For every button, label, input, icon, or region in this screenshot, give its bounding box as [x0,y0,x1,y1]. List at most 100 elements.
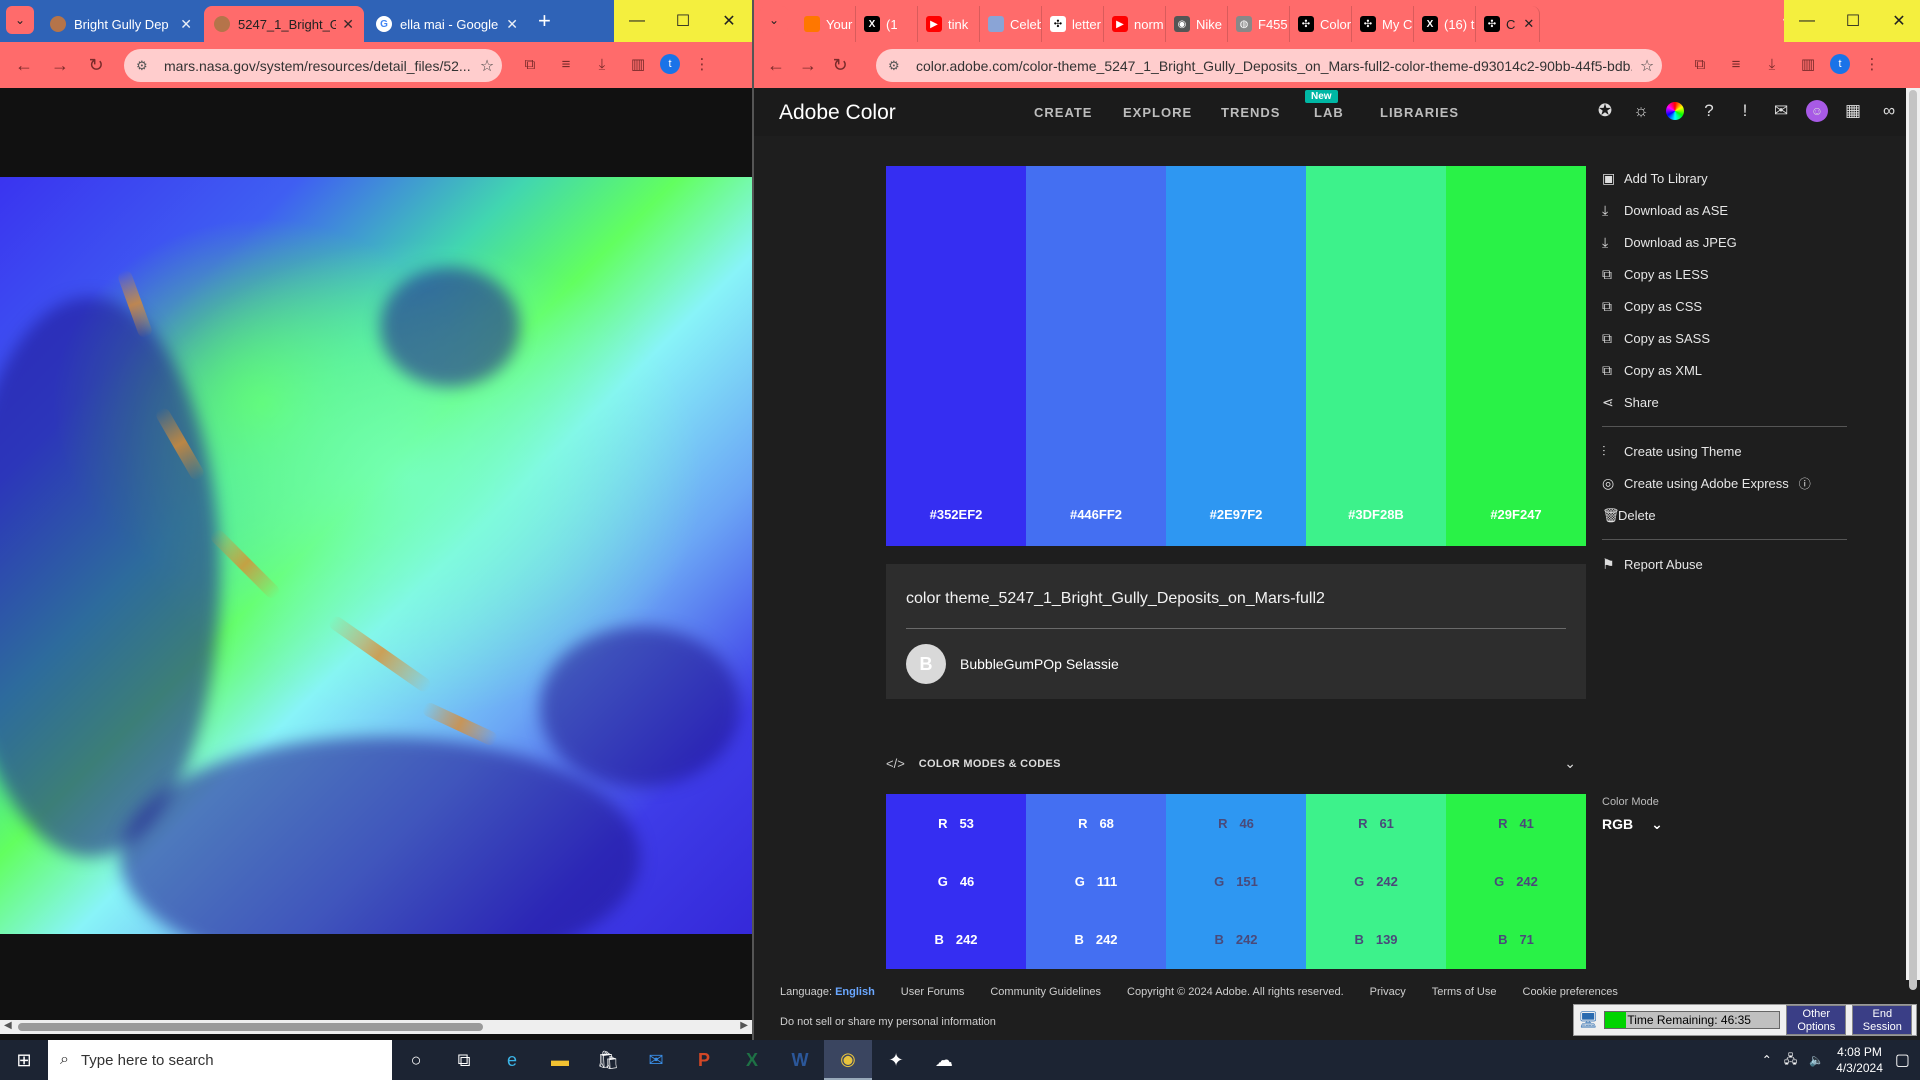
mail-icon[interactable]: ✉ [632,1040,680,1080]
forward-button[interactable]: → [792,49,824,81]
copy-xml-action[interactable]: ⧉ Copy as XML [1602,354,1852,386]
tab-youtube-tink[interactable]: ▶ tink [920,6,980,42]
forward-button[interactable]: → [44,49,76,81]
site-info-icon[interactable]: ⚙ [888,58,906,74]
profile-avatar[interactable]: t [660,54,680,74]
user-avatar-icon[interactable]: ☺ [1806,100,1828,122]
tab-nike[interactable]: ◉ Nike [1168,6,1228,42]
nav-create[interactable]: CREATE [1034,105,1092,120]
bookmark-star-icon[interactable]: ☆ [1632,56,1662,76]
download-ase-action[interactable]: ⤓ Download as ASE [1602,194,1852,226]
language-link[interactable]: English [835,986,875,998]
copy-css-action[interactable]: ⧉ Copy as CSS [1602,290,1852,322]
r-value[interactable]: 68 [1099,816,1113,831]
downloads-icon[interactable]: ⤓ [588,50,616,78]
tab-letter[interactable]: ✣ letter [1044,6,1104,42]
tab-soundcloud[interactable]: Your [798,6,856,42]
maximize-button[interactable]: ☐ [1830,0,1876,42]
b-value[interactable]: 71 [1519,932,1533,947]
tab-x-16[interactable]: X (16) t [1416,6,1476,42]
chevron-down-icon[interactable]: ⌄ [1564,755,1576,772]
nav-explore[interactable]: EXPLORE [1123,105,1192,120]
tab-color[interactable]: ✣ Color [1292,6,1352,42]
windows-start-button[interactable]: ⊞ [0,1040,48,1080]
tab-5247-active[interactable]: 5247_1_Bright_G ✕ [204,6,364,42]
extensions-icon[interactable]: ⧉ [1686,50,1714,78]
report-abuse-action[interactable]: ⚑ Report Abuse [1602,548,1852,580]
tab-f455[interactable]: ◍ F455 [1230,6,1290,42]
info-icon[interactable]: ⓘ [1799,475,1811,492]
network-icon[interactable]: 🖧 [1784,1050,1797,1071]
scroll-right-arrow[interactable]: ▶ [740,1020,748,1031]
menu-icon[interactable]: ⋮ [688,50,716,78]
scrollbar-thumb[interactable] [18,1023,483,1031]
b-value[interactable]: 242 [1096,932,1118,947]
downloads-icon[interactable]: ⤓ [1758,50,1786,78]
close-icon[interactable]: ✕ [1523,16,1534,32]
edge-icon[interactable]: e [488,1040,536,1080]
close-window-button[interactable]: ✕ [1876,0,1920,42]
clock[interactable]: 4:08 PM 4/3/2024 [1836,1044,1883,1076]
apps-grid-icon[interactable]: ▦ [1842,100,1864,122]
feedback-icon[interactable]: ! [1734,100,1756,122]
r-value[interactable]: 46 [1239,816,1253,831]
word-icon[interactable]: W [776,1040,824,1080]
community-guidelines-link[interactable]: Community Guidelines [990,986,1101,998]
menu-icon[interactable]: ⋮ [1858,50,1886,78]
creative-cloud-icon[interactable]: ∞ [1878,100,1900,122]
download-jpeg-action[interactable]: ⤓ Download as JPEG [1602,226,1852,258]
chat-icon[interactable]: ✉ [1770,100,1792,122]
g-value[interactable]: 111 [1097,874,1117,889]
media-icon[interactable]: ≡ [1722,50,1750,78]
color-mode-dropdown[interactable]: RGB ⌄ [1602,816,1663,833]
color-modes-toggle[interactable]: </> COLOR MODES & CODES ⌄ [886,755,1586,772]
end-session-button[interactable]: End Session [1852,1005,1913,1035]
sidepanel-icon[interactable]: ▥ [624,50,652,78]
tab-adobe-color-active[interactable]: ✣ C ✕ [1478,6,1540,42]
address-bar[interactable]: ⚙ mars.nasa.gov/system/resources/detail_… [124,49,502,82]
excel-icon[interactable]: X [728,1040,776,1080]
help-icon[interactable]: ? [1698,100,1720,122]
back-button[interactable]: ← [8,49,40,81]
close-window-button[interactable]: ✕ [706,0,752,42]
close-icon[interactable]: ✕ [506,16,518,33]
terms-link[interactable]: Terms of Use [1432,986,1497,998]
swatch-1[interactable]: #352EF2 [886,166,1026,546]
swatch-4[interactable]: #3DF28B [1306,166,1446,546]
scrollbar-thumb[interactable] [1909,90,1917,990]
close-icon[interactable]: ✕ [342,16,354,33]
address-bar[interactable]: ⚙ color.adobe.com/color-theme_5247_1_Bri… [876,49,1662,82]
maximize-button[interactable]: ☐ [660,0,706,42]
tab-search-button[interactable]: ⌄ [760,6,788,34]
notifications-icon[interactable]: ▢ [1895,1050,1910,1070]
tab-x-1[interactable]: X (1 [858,6,918,42]
author-name[interactable]: BubbleGumPOp Selassie [960,656,1119,672]
tab-celeb[interactable]: Celeb [982,6,1042,42]
nav-trends[interactable]: TRENDS [1221,105,1280,120]
g-value[interactable]: 242 [1376,874,1398,889]
horizontal-scrollbar[interactable]: ◀ ▶ [0,1020,752,1034]
b-value[interactable]: 242 [956,932,978,947]
close-icon[interactable]: ✕ [180,16,192,33]
app-icon[interactable]: ✦ [872,1040,920,1080]
swatch-3[interactable]: #2E97F2 [1166,166,1306,546]
file-explorer-icon[interactable]: ▬ [536,1040,584,1080]
tab-bright-gully[interactable]: Bright Gully Dep ✕ [40,6,202,42]
user-forums-link[interactable]: User Forums [901,986,965,998]
nav-lab[interactable]: LAB [1314,105,1344,120]
star-badge-icon[interactable]: ✪ [1594,100,1616,122]
nav-libraries[interactable]: LIBRARIES [1380,105,1459,120]
other-options-button[interactable]: Other Options [1786,1005,1847,1035]
r-value[interactable]: 61 [1379,816,1393,831]
tab-search-button[interactable]: ⌄ [6,6,34,34]
add-to-library-action[interactable]: ▣ Add To Library [1602,162,1852,194]
back-button[interactable]: ← [760,49,792,81]
sidepanel-icon[interactable]: ▥ [1794,50,1822,78]
profile-avatar[interactable]: t [1830,54,1850,74]
b-value[interactable]: 242 [1236,932,1258,947]
g-value[interactable]: 242 [1516,874,1538,889]
tab-ella-mai[interactable]: G ella mai - Google ✕ [366,6,528,42]
volume-icon[interactable]: 🔈 [1809,1053,1824,1067]
tab-youtube-norm[interactable]: ▶ norm [1106,6,1166,42]
swatch-5[interactable]: #29F247 [1446,166,1586,546]
